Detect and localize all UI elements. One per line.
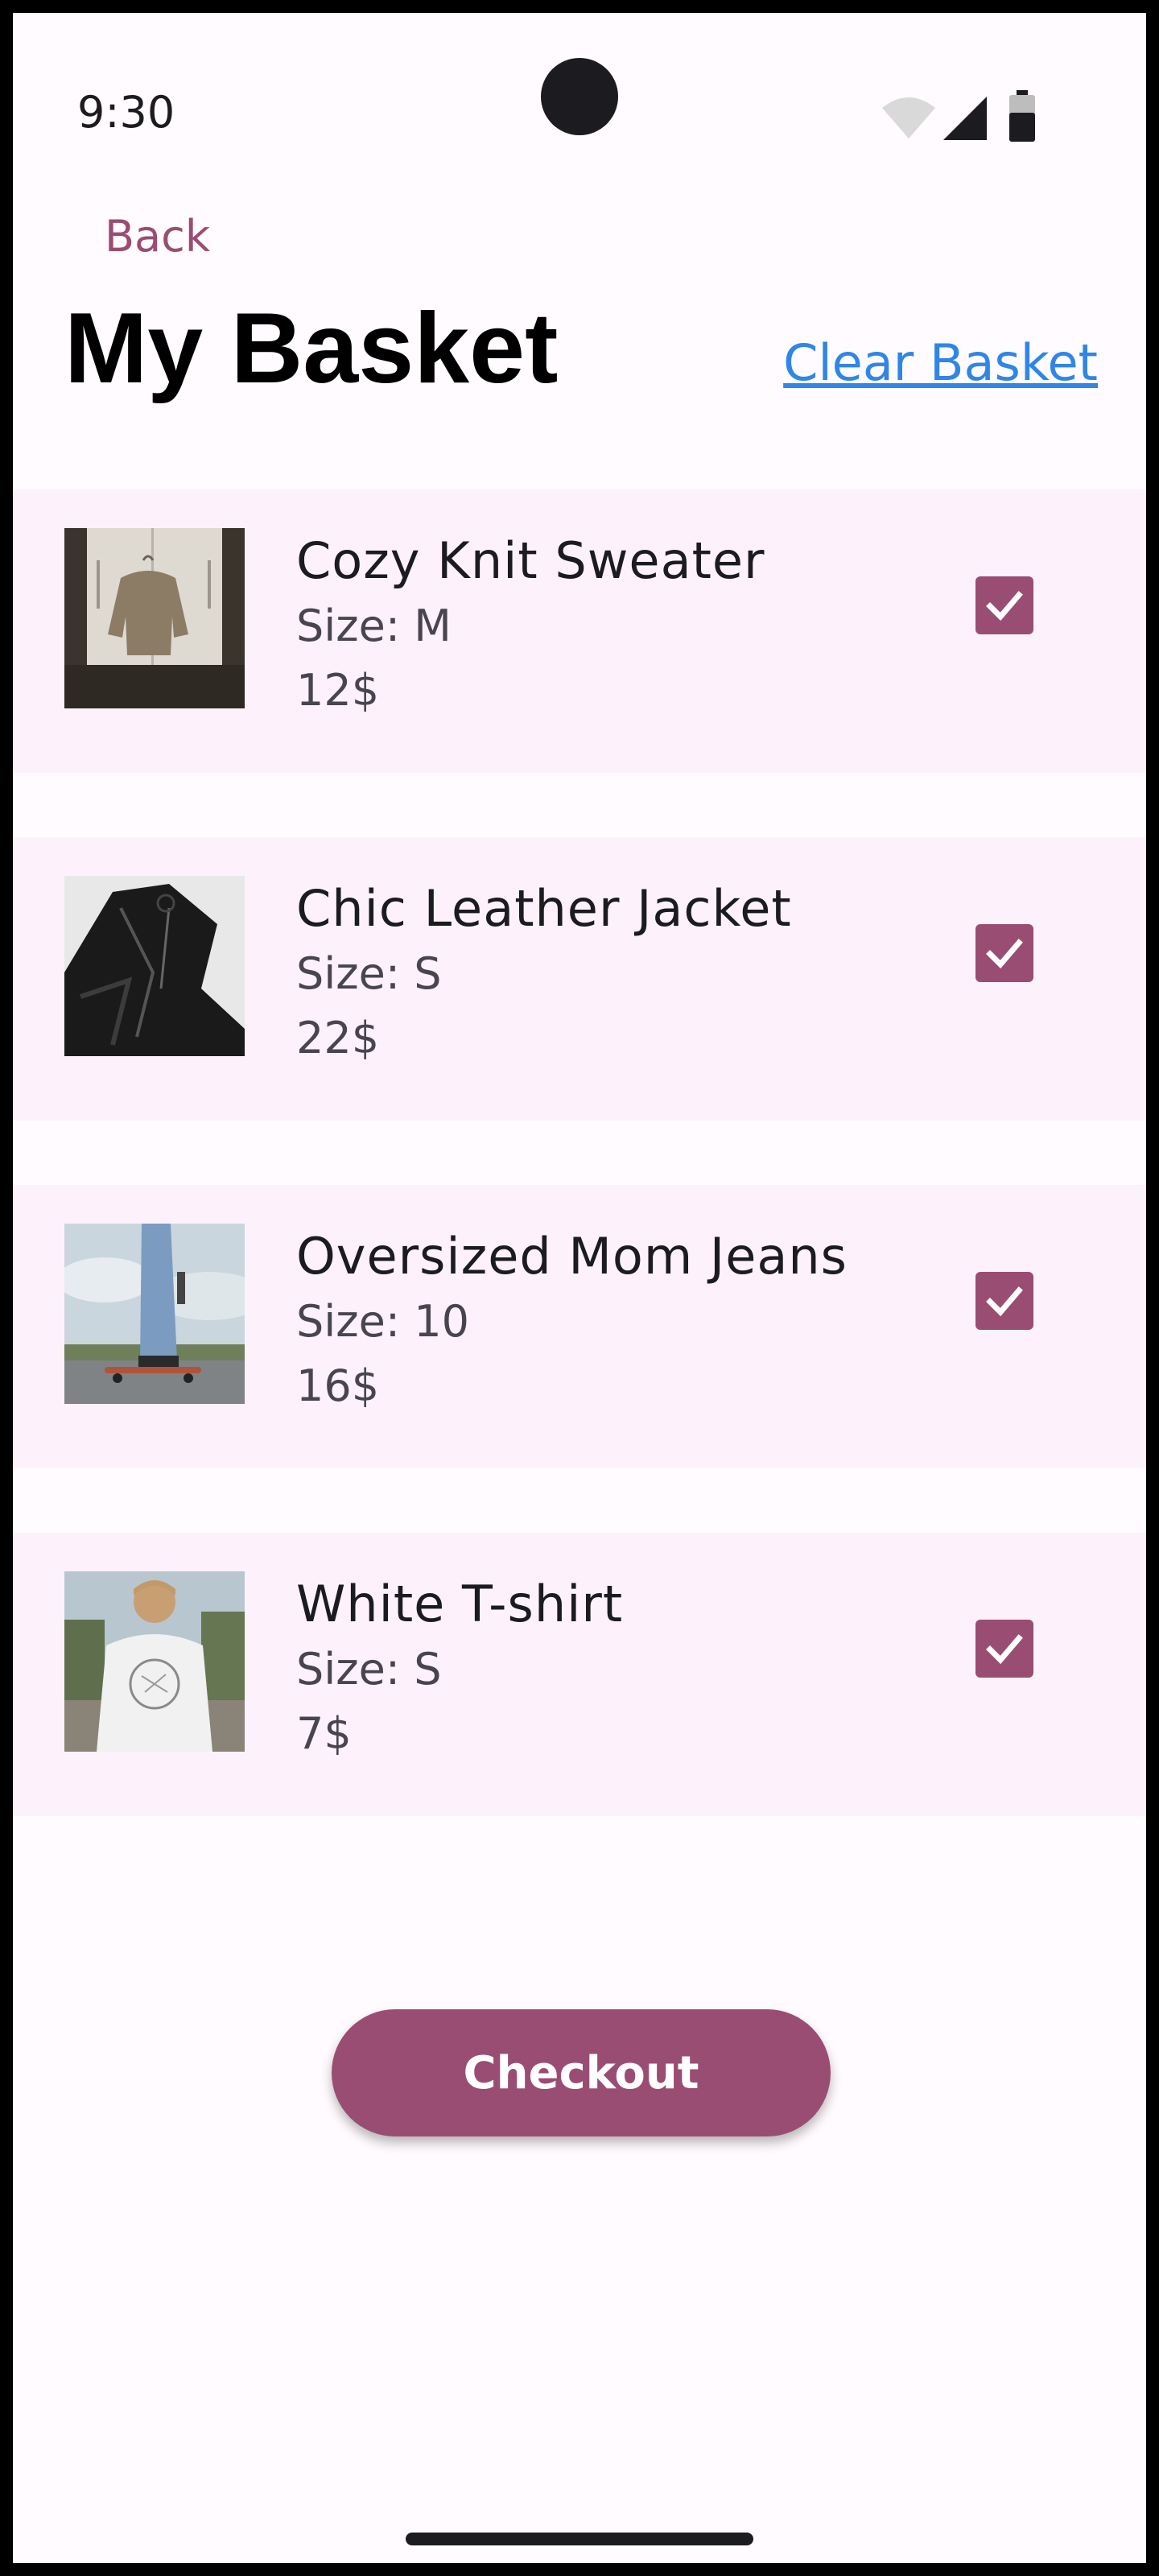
page-title: My Basket bbox=[64, 293, 559, 404]
item-checkbox[interactable] bbox=[975, 924, 1033, 982]
item-price: 7$ bbox=[296, 1708, 352, 1759]
item-price: 12$ bbox=[296, 665, 380, 716]
front-camera bbox=[541, 58, 618, 135]
status-icons bbox=[881, 90, 1082, 147]
wifi-icon bbox=[882, 97, 935, 138]
item-size: Size: S bbox=[296, 1644, 442, 1695]
item-name: Cozy Knit Sweater bbox=[296, 531, 765, 590]
item-name: White T-shirt bbox=[296, 1575, 624, 1633]
item-price: 16$ bbox=[296, 1360, 380, 1411]
checkout-button[interactable]: Checkout bbox=[332, 2009, 831, 2136]
signal-icon bbox=[943, 97, 987, 140]
checkmark-icon bbox=[986, 1634, 1023, 1665]
item-checkbox[interactable] bbox=[975, 576, 1033, 634]
basket-item: Cozy Knit Sweater Size: M 12$ bbox=[13, 489, 1146, 773]
clear-basket-link[interactable]: Clear Basket bbox=[783, 333, 1098, 392]
home-indicator[interactable] bbox=[406, 2533, 753, 2545]
item-size: Size: 10 bbox=[296, 1296, 469, 1347]
item-name: Oversized Mom Jeans bbox=[296, 1227, 848, 1286]
item-checkbox[interactable] bbox=[975, 1620, 1033, 1678]
checkmark-icon bbox=[986, 939, 1023, 969]
status-bar: 9:30 bbox=[13, 13, 1146, 190]
checkmark-icon bbox=[986, 1286, 1023, 1317]
back-button[interactable]: Back bbox=[105, 211, 210, 262]
item-image bbox=[64, 876, 245, 1056]
checkmark-icon bbox=[986, 591, 1023, 621]
battery-icon bbox=[1009, 90, 1035, 142]
basket-item: Oversized Mom Jeans Size: 10 16$ bbox=[13, 1185, 1146, 1468]
app-screen: 9:30 Back My Basket Clear Basket Cozy Kn… bbox=[13, 13, 1146, 2563]
item-image bbox=[64, 528, 245, 708]
item-image bbox=[64, 1571, 245, 1752]
item-checkbox[interactable] bbox=[975, 1272, 1033, 1330]
item-name: Chic Leather Jacket bbox=[296, 879, 792, 938]
item-size: Size: M bbox=[296, 601, 452, 651]
item-image bbox=[64, 1224, 245, 1404]
status-time: 9:30 bbox=[77, 87, 175, 138]
item-price: 22$ bbox=[296, 1013, 380, 1063]
basket-item: Chic Leather Jacket Size: S 22$ bbox=[13, 837, 1146, 1121]
basket-item: White T-shirt Size: S 7$ bbox=[13, 1533, 1146, 1816]
item-size: Size: S bbox=[296, 948, 442, 999]
